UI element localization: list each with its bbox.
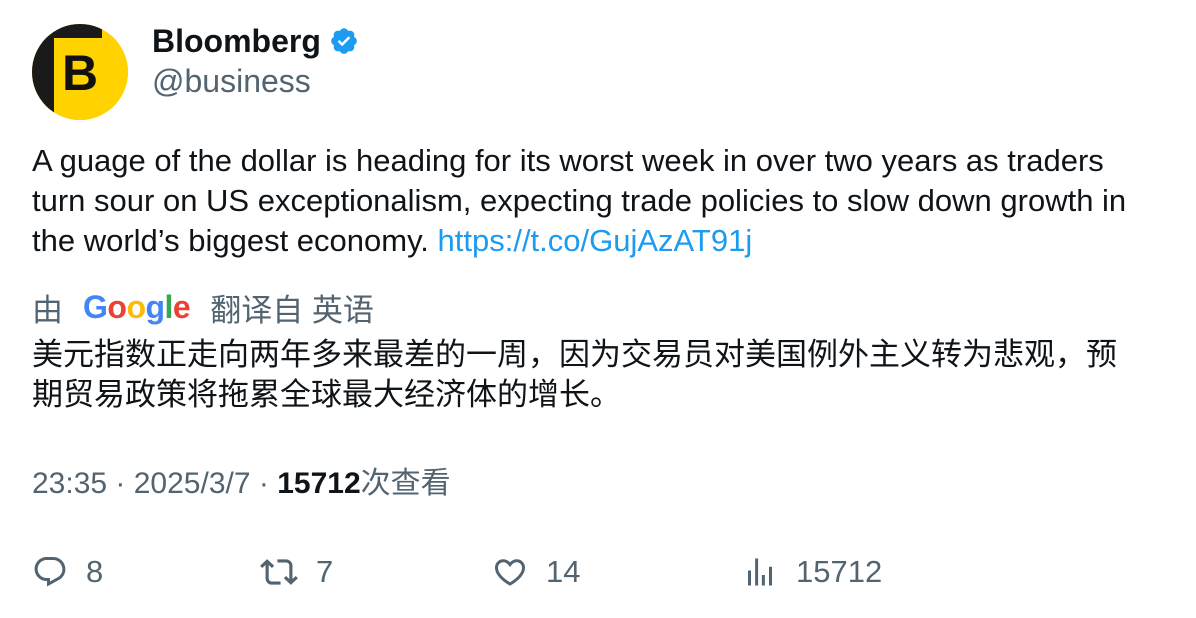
views-label: 次查看	[360, 467, 451, 500]
like-count: 14	[546, 554, 581, 589]
translation-suffix: 翻译自 英语	[210, 292, 374, 328]
tweet-date[interactable]: 2025/3/7	[134, 467, 251, 500]
meta-separator: ·	[250, 467, 278, 500]
tweet-text: A guage of the dollar is heading for its…	[32, 141, 1172, 261]
translation-prefix: 由	[32, 292, 63, 328]
reply-icon	[34, 557, 66, 587]
retweet-count: 7	[316, 554, 334, 589]
avatar-letter: B	[62, 45, 98, 101]
meta-separator: ·	[107, 467, 134, 500]
reply-button[interactable]: 8	[32, 550, 103, 594]
google-logo: Google	[83, 288, 191, 325]
translation-attribution: 由 Google 翻译自 英语	[32, 287, 374, 328]
avatar[interactable]: B	[32, 24, 128, 120]
author-handle[interactable]: @business	[152, 62, 311, 100]
heart-icon	[494, 559, 526, 586]
verified-badge-icon	[329, 26, 359, 56]
tweet-meta: 23:35 · 2025/3/7 · 15712次查看	[32, 464, 451, 504]
tweet-time[interactable]: 23:35	[32, 467, 107, 500]
views-button[interactable]: 15712	[742, 550, 882, 594]
translated-text: 美元指数正走向两年多来最差的一周，因为交易员对美国例外主义转为悲观，预 期贸易政…	[32, 337, 1117, 412]
reply-count: 8	[86, 554, 104, 589]
analytics-bar-icon	[748, 558, 772, 586]
author-display-name[interactable]: Bloomberg	[152, 22, 321, 60]
like-button[interactable]: 14	[492, 550, 580, 594]
bloomberg-logo-icon: B	[32, 24, 128, 120]
retweet-icon	[260, 559, 298, 585]
retweet-button[interactable]: 7	[260, 550, 333, 594]
author-name-row[interactable]: Bloomberg	[152, 22, 359, 60]
tweet-link[interactable]: https://t.co/GujAzAT91j	[438, 223, 753, 258]
views-count: 15712	[277, 467, 361, 500]
views-action-count: 15712	[796, 554, 883, 589]
